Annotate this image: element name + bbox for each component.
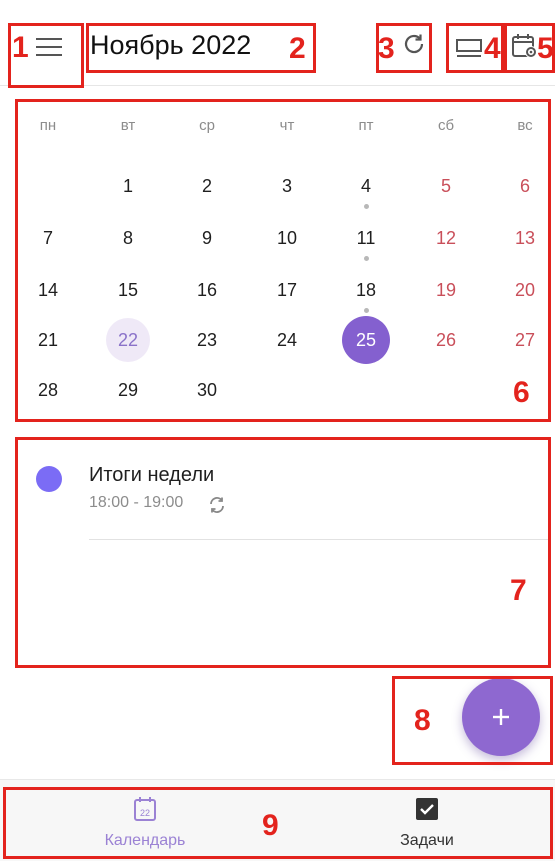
calendar-day[interactable]: 26: [424, 318, 468, 362]
event-title: Итоги недели: [89, 464, 215, 486]
calendar-day[interactable]: 5: [424, 164, 468, 208]
event-indicator-dot: [364, 204, 369, 209]
annotation-label-9: 9: [262, 809, 279, 842]
weekday-header: пн вт ср чт пт сб вс: [15, 117, 550, 137]
nav-label: Задачи: [400, 832, 454, 849]
calendar-day[interactable]: 7: [26, 216, 70, 260]
annotation-label-3: 3: [378, 32, 395, 65]
event-color-dot: [36, 466, 62, 492]
calendar-day[interactable]: 4: [344, 164, 388, 208]
calendar-day[interactable]: 16: [185, 268, 229, 312]
weekday-label: пн: [39, 117, 57, 134]
calendar-day[interactable]: 8: [106, 216, 150, 260]
calendar-day[interactable]: 1: [106, 164, 150, 208]
weekday-label: вс: [517, 117, 533, 134]
calendar-day[interactable]: 30: [185, 368, 229, 412]
calendar-day[interactable]: 6: [503, 164, 547, 208]
calendar-day[interactable]: 12: [424, 216, 468, 260]
calendar-day[interactable]: 13: [503, 216, 547, 260]
calendar-day[interactable]: 20: [503, 268, 547, 312]
calendar-day[interactable]: 10: [265, 216, 309, 260]
annotation-label-7: 7: [510, 574, 527, 607]
calendar-icon-day: 22: [140, 808, 150, 818]
calendar-day[interactable]: 14: [26, 268, 70, 312]
checkbox-icon: [416, 798, 438, 820]
weekday-label: вт: [120, 117, 136, 134]
weekday-label: пт: [358, 117, 374, 134]
event-indicator-dot: [364, 256, 369, 261]
calendar-day[interactable]: 9: [185, 216, 229, 260]
month-title[interactable]: Ноябрь 2022: [90, 30, 251, 61]
hamburger-menu-icon[interactable]: [36, 38, 62, 56]
refresh-icon[interactable]: [401, 31, 427, 57]
weekday-label: ср: [199, 117, 215, 134]
event-time: 18:00 - 19:00: [89, 494, 184, 511]
calendar-day[interactable]: 24: [265, 318, 309, 362]
nav-item-tasks[interactable]: Задачи: [327, 780, 527, 861]
annotation-label-2: 2: [289, 32, 306, 65]
calendar-day[interactable]: 17: [265, 268, 309, 312]
annotation-label-5: 5: [537, 32, 554, 65]
calendar-settings-icon[interactable]: [511, 32, 539, 60]
calendar-day[interactable]: 3: [265, 164, 309, 208]
annotation-label-6: 6: [513, 376, 530, 409]
nav-label: Календарь: [104, 832, 186, 849]
event-indicator-dot: [364, 308, 369, 313]
view-mode-icon[interactable]: [455, 37, 483, 59]
calendar-day[interactable]: 29: [106, 368, 150, 412]
plus-icon: [493, 709, 509, 725]
weekday-label: чт: [279, 117, 295, 134]
calendar-month-grid: пн вт ср чт пт сб вс 1 2 3 4 5 6 7 8 9 1…: [15, 99, 550, 421]
weekday-label: сб: [437, 117, 455, 134]
divider: [89, 539, 550, 540]
repeat-icon: [210, 497, 224, 513]
calendar-day[interactable]: 19: [424, 268, 468, 312]
calendar-day[interactable]: 27: [503, 318, 547, 362]
calendar-day[interactable]: 15: [106, 268, 150, 312]
calendar-day[interactable]: 2: [185, 164, 229, 208]
annotation-label-8: 8: [414, 704, 431, 737]
calendar-day[interactable]: 21: [26, 318, 70, 362]
nav-item-calendar[interactable]: 22 Календарь: [45, 780, 245, 861]
app-header: Ноябрь 2022: [0, 0, 555, 86]
event-item[interactable]: Итоги недели 18:00 - 19:00: [15, 437, 550, 541]
annotation-label-1: 1: [12, 31, 29, 64]
calendar-day[interactable]: 23: [185, 318, 229, 362]
event-list: Итоги недели 18:00 - 19:00: [15, 437, 550, 667]
calendar-day-today[interactable]: 22: [106, 318, 150, 362]
annotation-label-4: 4: [484, 32, 501, 65]
add-event-button[interactable]: [462, 678, 540, 756]
calendar-day-selected[interactable]: 25: [342, 316, 390, 364]
calendar-day[interactable]: 18: [344, 268, 388, 312]
calendar-day[interactable]: 28: [26, 368, 70, 412]
calendar-icon: 22: [134, 797, 156, 821]
calendar-day[interactable]: 11: [344, 216, 388, 260]
